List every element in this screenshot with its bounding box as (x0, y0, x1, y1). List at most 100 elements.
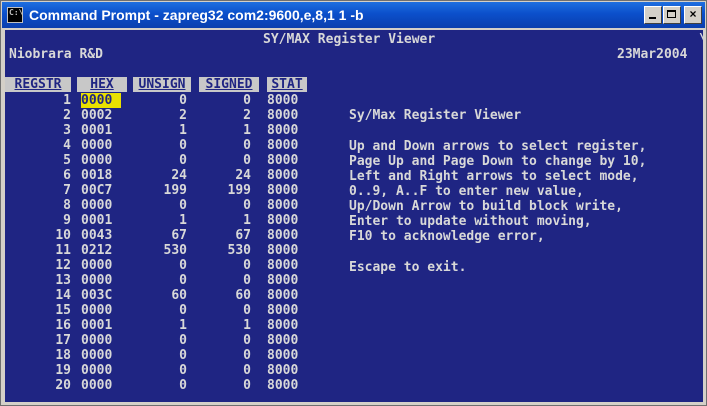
column-header-stat: STAT (267, 77, 307, 92)
register-row[interactable]: 3 0001 1 1 8000 (5, 123, 325, 138)
register-row[interactable]: 6 0018 24 24 8000 (5, 168, 325, 183)
hex-value[interactable]: 0000 (81, 333, 121, 348)
unsigned-value: 0 (179, 273, 187, 288)
column-header-regstr: REGSTR (5, 77, 71, 92)
screen-title: SY/MAX Register Viewer (263, 32, 436, 47)
close-icon: × (689, 7, 697, 21)
status-value: 8000 (267, 318, 299, 333)
hex-value[interactable]: 0000 (81, 258, 121, 273)
hex-value[interactable]: 0000 (81, 378, 121, 393)
signed-value: 0 (243, 153, 251, 168)
register-row[interactable]: 9 0001 1 1 8000 (5, 213, 325, 228)
hex-value[interactable]: 0002 (81, 108, 121, 123)
hex-value[interactable]: 0212 (81, 243, 121, 258)
title-bar[interactable]: C:\ Command Prompt - zapreg32 com2:9600,… (2, 2, 705, 28)
register-number: 20 (55, 378, 71, 393)
command-prompt-icon[interactable]: C:\ (7, 7, 23, 23)
help-line: Page Up and Page Down to change by 10, (349, 154, 647, 169)
hex-value[interactable]: 003C (81, 288, 121, 303)
signed-value: 67 (235, 228, 251, 243)
unsigned-value: 1 (179, 123, 187, 138)
unsigned-value: 0 (179, 138, 187, 153)
signed-value: 0 (243, 93, 251, 108)
help-line: Enter to update without moving, (349, 214, 592, 229)
status-value: 8000 (267, 273, 299, 288)
hex-value[interactable]: 0018 (81, 168, 121, 183)
status-value: 8000 (267, 228, 299, 243)
register-row[interactable]: 12 0000 0 0 8000 (5, 258, 325, 273)
column-header-hex: HEX (77, 77, 127, 92)
hex-value[interactable]: 0000 (81, 363, 121, 378)
unsigned-value: 0 (179, 378, 187, 393)
register-row[interactable]: 16 0001 1 1 8000 (5, 318, 325, 333)
unsigned-value: 60 (171, 288, 187, 303)
register-row[interactable]: 5 0000 0 0 8000 (5, 153, 325, 168)
status-value: 8000 (267, 288, 299, 303)
register-number: 1 (63, 93, 71, 108)
hex-value[interactable]: 0000 (81, 198, 121, 213)
close-button[interactable]: × (684, 6, 702, 24)
signed-value: 199 (227, 183, 251, 198)
hex-value[interactable]: 0001 (81, 213, 121, 228)
register-number: 3 (63, 123, 71, 138)
unsigned-value: 24 (171, 168, 187, 183)
hex-value[interactable]: 0000 (81, 153, 121, 168)
hex-value[interactable]: 0000 (81, 348, 121, 363)
register-row[interactable]: 1 0000 0 0 8000 (5, 93, 325, 108)
register-row[interactable]: 10 0043 67 67 8000 (5, 228, 325, 243)
register-row[interactable]: 7 00C7 199 199 8000 (5, 183, 325, 198)
company-name: Niobrara R&D (9, 47, 103, 62)
hex-value[interactable]: 0000 (81, 303, 121, 318)
console-area[interactable]: SY/MAX Register Viewer \ Niobrara R&D 23… (5, 30, 703, 402)
signed-value: 530 (227, 243, 251, 258)
hex-value[interactable]: 0000 (81, 273, 121, 288)
hex-value[interactable]: 0001 (81, 123, 121, 138)
register-number: 16 (55, 318, 71, 333)
signed-value: 0 (243, 198, 251, 213)
unsigned-value: 1 (179, 213, 187, 228)
register-row[interactable]: 15 0000 0 0 8000 (5, 303, 325, 318)
register-number: 4 (63, 138, 71, 153)
hex-value[interactable]: 0043 (81, 228, 121, 243)
status-value: 8000 (267, 198, 299, 213)
signed-value: 0 (243, 303, 251, 318)
unsigned-value: 0 (179, 348, 187, 363)
help-line: Left and Right arrows to select mode, (349, 169, 639, 184)
minimize-button[interactable] (644, 6, 662, 24)
status-value: 8000 (267, 138, 299, 153)
escape-hint: Escape to exit. (349, 260, 467, 275)
window-title: Command Prompt - zapreg32 com2:9600,e,8,… (29, 7, 364, 23)
register-number: 14 (55, 288, 71, 303)
maximize-button[interactable] (663, 6, 681, 24)
date-display: 23Mar2004 (617, 47, 688, 62)
register-number: 8 (63, 198, 71, 213)
hex-value[interactable]: 0001 (81, 318, 121, 333)
hex-value-selected[interactable]: 0000 (81, 93, 121, 108)
window-frame-right (703, 30, 706, 402)
register-row[interactable]: 20 0000 0 0 8000 (5, 378, 325, 393)
register-row[interactable]: 19 0000 0 0 8000 (5, 363, 325, 378)
maximize-icon (667, 10, 676, 18)
register-number: 15 (55, 303, 71, 318)
register-row[interactable]: 13 0000 0 0 8000 (5, 273, 325, 288)
status-value: 8000 (267, 363, 299, 378)
register-row[interactable]: 8 0000 0 0 8000 (5, 198, 325, 213)
register-row[interactable]: 11 0212 530 530 8000 (5, 243, 325, 258)
minimize-icon (649, 17, 656, 19)
status-value: 8000 (267, 183, 299, 198)
hex-value[interactable]: 00C7 (81, 183, 121, 198)
help-line: Up and Down arrows to select register, (349, 139, 647, 154)
signed-value: 1 (243, 318, 251, 333)
register-number: 11 (55, 243, 71, 258)
command-prompt-window: C:\ Command Prompt - zapreg32 com2:9600,… (0, 0, 707, 406)
status-value: 8000 (267, 258, 299, 273)
register-row[interactable]: 14 003C 60 60 8000 (5, 288, 325, 303)
register-row[interactable]: 2 0002 2 2 8000 (5, 108, 325, 123)
hex-value[interactable]: 0000 (81, 138, 121, 153)
register-row[interactable]: 4 0000 0 0 8000 (5, 138, 325, 153)
register-row[interactable]: 18 0000 0 0 8000 (5, 348, 325, 363)
register-number: 18 (55, 348, 71, 363)
register-row[interactable]: 17 0000 0 0 8000 (5, 333, 325, 348)
register-number: 19 (55, 363, 71, 378)
signed-value: 0 (243, 378, 251, 393)
